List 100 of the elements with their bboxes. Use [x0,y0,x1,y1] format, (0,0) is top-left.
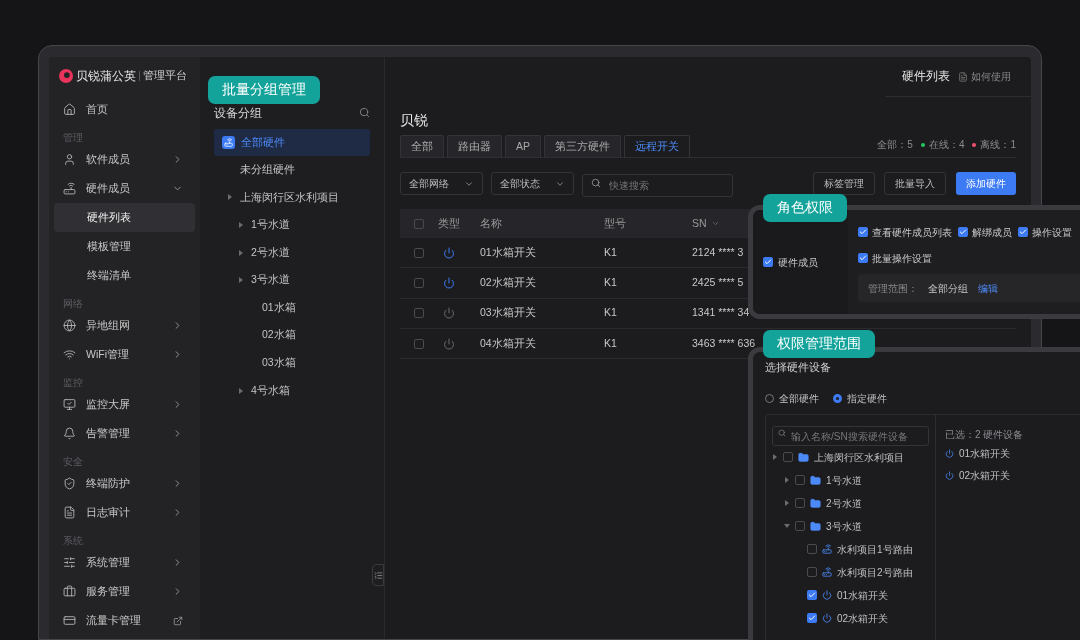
table-cell-text: 02水箱开关 [480,275,537,291]
tree-item[interactable]: 3号水道 [214,266,370,294]
home-icon [63,103,76,116]
tab[interactable]: 远程开关 [624,135,690,157]
sidebar-item[interactable]: 服务管理 [54,577,195,606]
shield-icon [63,477,76,490]
radio-label: 全部硬件 [779,391,819,406]
checkbox[interactable] [795,521,805,532]
tree-item[interactable]: 水利项目1号路由 [772,537,929,561]
sidebar-item[interactable]: 软件成员 [54,145,195,174]
tab[interactable]: 第三方硬件 [544,135,621,157]
caret-right-icon[interactable] [238,277,244,284]
table-cell-text: 2124 **** 3 [692,244,744,260]
search-field[interactable]: 输入名称/SN搜索硬件设备 [772,426,929,447]
router-icon [822,544,832,555]
sidebar-item[interactable]: 首页 [54,95,195,124]
toolbar-button[interactable]: 添加硬件 [956,172,1016,195]
checkbox[interactable] [795,475,805,486]
checkbox[interactable] [795,498,805,509]
checkbox[interactable] [958,227,968,237]
globe-icon [63,319,76,332]
checkbox[interactable] [807,613,817,624]
checkbox[interactable] [414,277,424,288]
checkbox[interactable] [858,227,868,237]
tree-item[interactable]: 上海闵行区水利项目 [772,445,929,469]
help-link[interactable]: 如何使用 [958,69,1011,84]
tree-item[interactable]: 03水箱 [214,349,370,377]
tab[interactable]: 路由器 [447,135,502,157]
checkbox-label: 硬件成员 [778,255,818,270]
radio-button[interactable] [833,393,842,403]
caret-right-icon[interactable] [238,387,244,394]
callout-label: 批量分组管理 [208,76,320,104]
checkbox[interactable] [1018,227,1028,237]
checkbox[interactable] [807,544,817,555]
toolbar-button[interactable]: 批量导入 [884,172,946,195]
checkbox[interactable] [414,308,424,319]
sidebar-item[interactable]: 流量卡管理 [54,606,195,635]
logo-icon [59,69,73,83]
tree-item[interactable]: 02水箱 [214,321,370,350]
tree-item[interactable]: 3号水道 [772,514,929,538]
status-count: 离线：1 [980,138,1016,152]
tree-item[interactable]: 1号水道 [772,468,929,492]
tree-item[interactable]: 01水箱 [214,293,370,322]
sidebar-item[interactable]: 日志审计 [54,498,195,527]
search-icon [359,107,370,118]
sidebar-item[interactable]: 终端防护 [54,469,195,498]
sidebar-item[interactable]: 硬件成员 [54,174,195,203]
tree-item[interactable]: 2号水道 [214,238,370,267]
edit-link[interactable]: 编辑 [978,280,998,296]
brand-name: 贝锐蒲公英 [76,68,136,85]
router-icon [822,567,832,578]
external-link-icon [173,615,183,626]
tree-item[interactable]: 4号水箱 [214,376,370,405]
sidebar-item[interactable]: 系统管理 [54,548,195,577]
sidebar-item[interactable]: 告警管理 [54,419,195,448]
tree-item[interactable]: 水利项目2号路由 [772,560,929,584]
checkbox[interactable] [783,452,793,463]
filter-dropdown[interactable]: 全部状态 [491,172,574,195]
caret-right-icon[interactable] [784,477,790,484]
tree-item[interactable]: 02水箱开关 [772,606,929,630]
caret-right-icon[interactable] [784,500,790,507]
tree-item[interactable]: 2号水道 [772,491,929,515]
checkbox[interactable] [414,247,424,258]
sidebar-item[interactable]: 模板管理 [54,232,195,261]
sidebar-item[interactable]: 终端清单 [54,261,195,290]
tree-item[interactable]: 1号水道 [214,211,370,239]
caret-right-icon[interactable] [772,454,778,461]
checkbox[interactable] [807,590,817,601]
tab[interactable]: AP [505,135,541,157]
checkbox[interactable] [414,218,424,229]
tab[interactable]: 全部 [400,135,444,157]
sidebar-item[interactable]: 硬件列表 [54,203,195,232]
selected-count: 已选：2 硬件设备 [945,427,1025,442]
document-icon [958,71,968,82]
sidebar-item[interactable]: 异地组网 [54,311,195,340]
caret-right-icon[interactable] [238,222,244,228]
sidebar-item[interactable]: WiFi管理 [54,340,195,369]
router-icon [63,182,76,195]
caret-down-icon[interactable] [784,523,790,530]
table-cell-text: 01水箱开关 [480,244,537,260]
tree-item[interactable]: 01水箱开关 [772,583,929,607]
checkbox[interactable] [763,257,773,267]
search-field[interactable]: 快速搜索 [582,174,733,197]
caret-right-icon[interactable] [227,194,233,201]
hardware-icon [222,136,235,149]
card-title: 选择硬件设备 [765,360,832,375]
table-cell-text: 03水箱开关 [480,305,537,321]
sidebar-item[interactable]: 监控大屏 [54,390,195,419]
tree-item[interactable]: 上海闵行区水利项目 [214,183,370,212]
table-cell-text: K1 [604,275,618,291]
power-icon [822,613,832,624]
column-header: 类型 [438,215,461,231]
tree-item[interactable]: 全部硬件 [214,129,370,156]
filter-dropdown[interactable]: 全部网络 [400,172,483,195]
checkbox[interactable] [858,253,868,263]
checkbox[interactable] [807,567,817,578]
collapse-handle[interactable] [372,564,384,586]
tree-item[interactable]: 未分组硬件 [214,156,370,184]
caret-right-icon[interactable] [238,249,244,256]
checkbox[interactable] [414,338,424,349]
